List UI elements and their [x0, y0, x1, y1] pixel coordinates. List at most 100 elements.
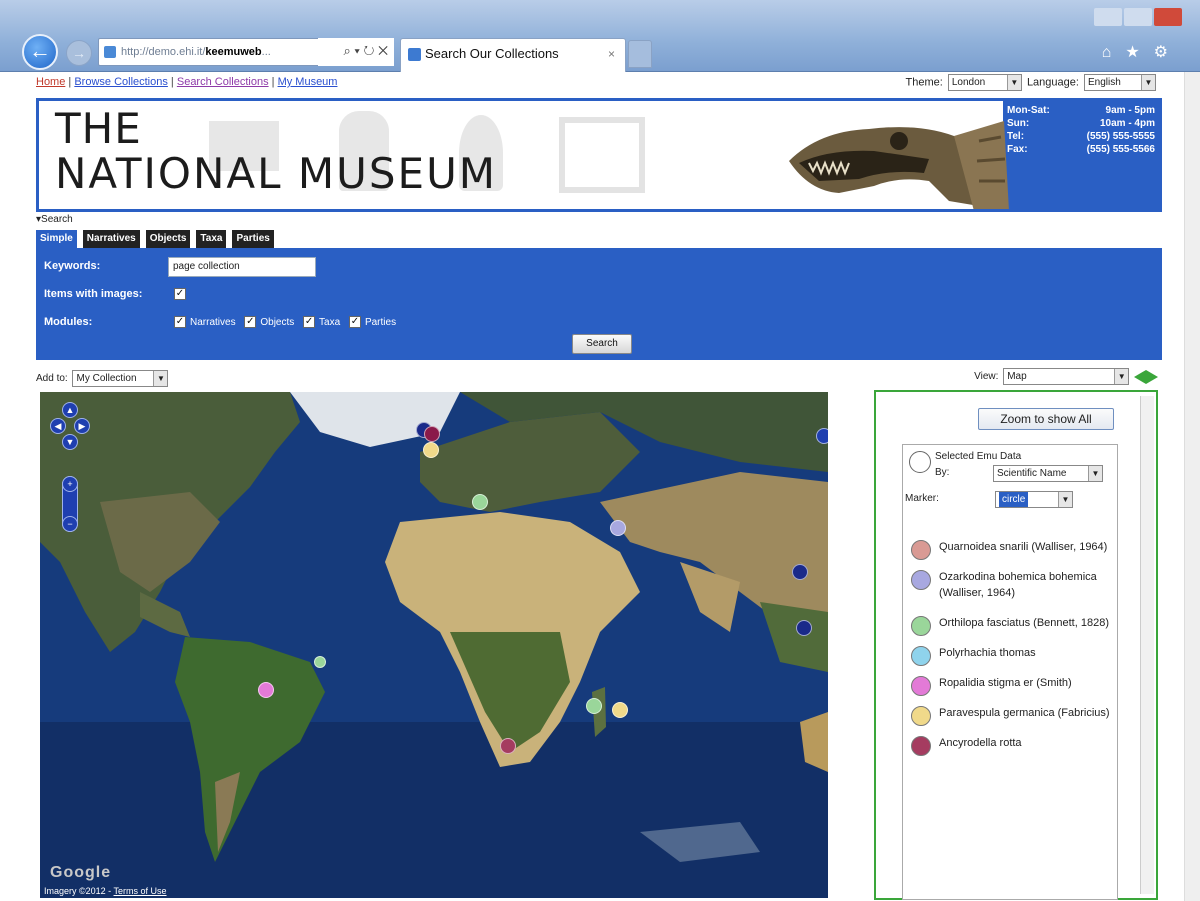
tab-objects[interactable]: Objects — [145, 230, 191, 248]
view-value: Map — [1007, 371, 1027, 382]
keywords-input[interactable]: page collection — [168, 257, 316, 277]
address-url: http://demo.ehi.it/ — [121, 46, 206, 58]
view-control: View: Map ▼ — [974, 368, 1158, 385]
world-map[interactable]: ▲ ◀ ▶ ▼ + − Google Imagery ©2012 - Terms… — [40, 392, 828, 898]
group-by-select[interactable]: Scientific Name ▼ — [993, 465, 1103, 482]
search-toggle[interactable]: ▾Search — [36, 214, 73, 225]
legend-entry[interactable]: Orthilopa fasciatus (Bennett, 1828) — [907, 615, 1117, 636]
dinosaur-skull-image — [789, 121, 1009, 209]
modules-options: ✓ Narratives ✓ Objects ✓ Taxa ✓ Parties — [174, 316, 402, 328]
zoom-out-icon[interactable]: − — [62, 516, 78, 532]
by-label: By: — [935, 467, 950, 478]
map-marker[interactable] — [612, 702, 628, 718]
legend-entry-name: Quarnoidea snarili (Walliser, 1964) — [939, 541, 1108, 553]
map-marker[interactable] — [314, 656, 326, 668]
map-marker[interactable] — [424, 426, 440, 442]
module-narratives-checkbox[interactable]: ✓ — [174, 316, 186, 328]
search-icon[interactable]: ⌕ — [344, 43, 351, 58]
address-tools: ⌕ ▾ ↻ ✕ — [318, 38, 394, 66]
nav-my-museum-link[interactable]: My Museum — [278, 76, 338, 88]
pan-up-icon[interactable]: ▲ — [62, 402, 78, 418]
zoom-to-show-all-button[interactable]: Zoom to show All — [978, 408, 1114, 430]
nav-search-link[interactable]: Search Collections — [177, 76, 269, 88]
view-select[interactable]: Map ▼ — [1003, 368, 1130, 385]
tab-narratives[interactable]: Narratives — [82, 230, 140, 248]
page-scrollbar[interactable] — [1184, 72, 1200, 901]
map-marker[interactable] — [586, 698, 602, 714]
search-button[interactable]: Search — [572, 334, 632, 354]
module-objects-label: Objects — [260, 316, 295, 328]
map-marker[interactable] — [472, 494, 488, 510]
language-select[interactable]: English ▼ — [1084, 74, 1156, 91]
legend-entry[interactable]: Ozarkodina bohemica bohemica (Walliser, … — [907, 569, 1117, 601]
legend-color-dot — [911, 616, 931, 636]
map-marker[interactable] — [258, 682, 274, 698]
pan-left-icon[interactable]: ◀ — [50, 418, 66, 434]
refresh-icon[interactable]: ↻ — [364, 43, 375, 58]
selected-data-label: Selected Emu Data — [935, 451, 1022, 462]
chevron-down-icon: ▼ — [1058, 492, 1072, 507]
tab-simple[interactable]: Simple — [36, 230, 77, 248]
legend-scrollbar[interactable] — [1140, 396, 1154, 894]
language-value: English — [1088, 77, 1121, 88]
title-line-2: NATIONAL MUSEUM — [55, 149, 498, 198]
new-tab-button[interactable] — [628, 40, 652, 68]
tab-close-icon[interactable]: × — [608, 39, 615, 69]
map-marker[interactable] — [796, 620, 812, 636]
tab-taxa[interactable]: Taxa — [196, 230, 227, 248]
module-objects-checkbox[interactable]: ✓ — [244, 316, 257, 328]
hours-value: 9am - 5pm — [1105, 105, 1155, 116]
nav-browse-link[interactable]: Browse Collections — [74, 76, 168, 88]
marker-select[interactable]: circle ▼ — [995, 491, 1073, 508]
close-window-button[interactable] — [1154, 8, 1182, 26]
back-button[interactable]: ← — [22, 34, 58, 70]
stop-icon[interactable]: ✕ — [378, 43, 388, 58]
zoom-in-icon[interactable]: + — [62, 476, 78, 492]
previous-arrow-icon[interactable] — [1134, 369, 1146, 384]
next-arrow-icon[interactable] — [1146, 369, 1158, 384]
forward-button[interactable]: → — [66, 40, 92, 66]
window-controls — [1092, 8, 1186, 28]
images-checkbox[interactable]: ✓ — [174, 288, 186, 300]
images-label: Items with images: — [44, 288, 143, 300]
favorites-star-icon[interactable]: ★ — [1125, 44, 1153, 61]
hours-row: Sun: 10am - 4pm — [1007, 117, 1155, 130]
module-parties-checkbox[interactable]: ✓ — [348, 316, 361, 328]
map-credit-text: Imagery ©2012 — [44, 886, 106, 896]
home-icon[interactable]: ⌂ — [1102, 44, 1126, 61]
legend-entry-name: Ropalidia stigma er (Smith) — [939, 677, 1072, 689]
map-marker[interactable] — [792, 564, 808, 580]
gear-icon[interactable]: ⚙ — [1154, 44, 1182, 61]
legend-entry[interactable]: Polyrhachia thomas — [907, 645, 1117, 666]
terms-of-use-link[interactable]: Terms of Use — [114, 886, 167, 896]
theme-select[interactable]: London ▼ — [947, 74, 1022, 91]
legend-entry-name: Orthilopa fasciatus (Bennett, 1828) — [939, 617, 1109, 629]
address-url-bold: keemuweb — [205, 46, 262, 58]
legend-color-dot — [911, 646, 931, 666]
map-marker[interactable] — [610, 520, 626, 536]
module-taxa-checkbox[interactable]: ✓ — [303, 316, 316, 328]
legend-entry[interactable]: Ropalidia stigma er (Smith) — [907, 675, 1117, 696]
legend-entry[interactable]: Ancyrodella rotta — [907, 735, 1117, 756]
hours-row: Fax: (555) 555-5566 — [1007, 143, 1155, 156]
modules-label: Modules: — [44, 316, 93, 328]
pan-down-icon[interactable]: ▼ — [62, 434, 78, 450]
marker-value: circle — [999, 492, 1029, 507]
legend-entry[interactable]: Quarnoidea snarili (Walliser, 1964) — [907, 539, 1117, 560]
map-marker[interactable] — [423, 442, 439, 458]
nav-home-link[interactable]: Home — [36, 76, 65, 88]
maximize-button[interactable] — [1124, 8, 1152, 26]
add-to-select[interactable]: My Collection ▼ — [72, 370, 169, 387]
address-url-suffix: ... — [261, 46, 271, 58]
pan-right-icon[interactable]: ▶ — [74, 418, 90, 434]
map-marker[interactable] — [500, 738, 516, 754]
legend-color-dot — [911, 676, 931, 696]
map-layer-switcher-icon[interactable] — [816, 428, 828, 444]
legend-list: Selected Emu Data By: Scientific Name ▼ M… — [902, 444, 1118, 900]
hours-label: Mon-Sat: — [1007, 105, 1050, 116]
legend-entry[interactable]: Paravespula germanica (Fabricius) — [907, 705, 1117, 726]
selected-data-radio[interactable] — [909, 451, 931, 473]
tab-parties[interactable]: Parties — [232, 230, 274, 248]
minimize-button[interactable] — [1094, 8, 1122, 26]
browser-tab[interactable]: Search Our Collections × — [400, 38, 626, 72]
